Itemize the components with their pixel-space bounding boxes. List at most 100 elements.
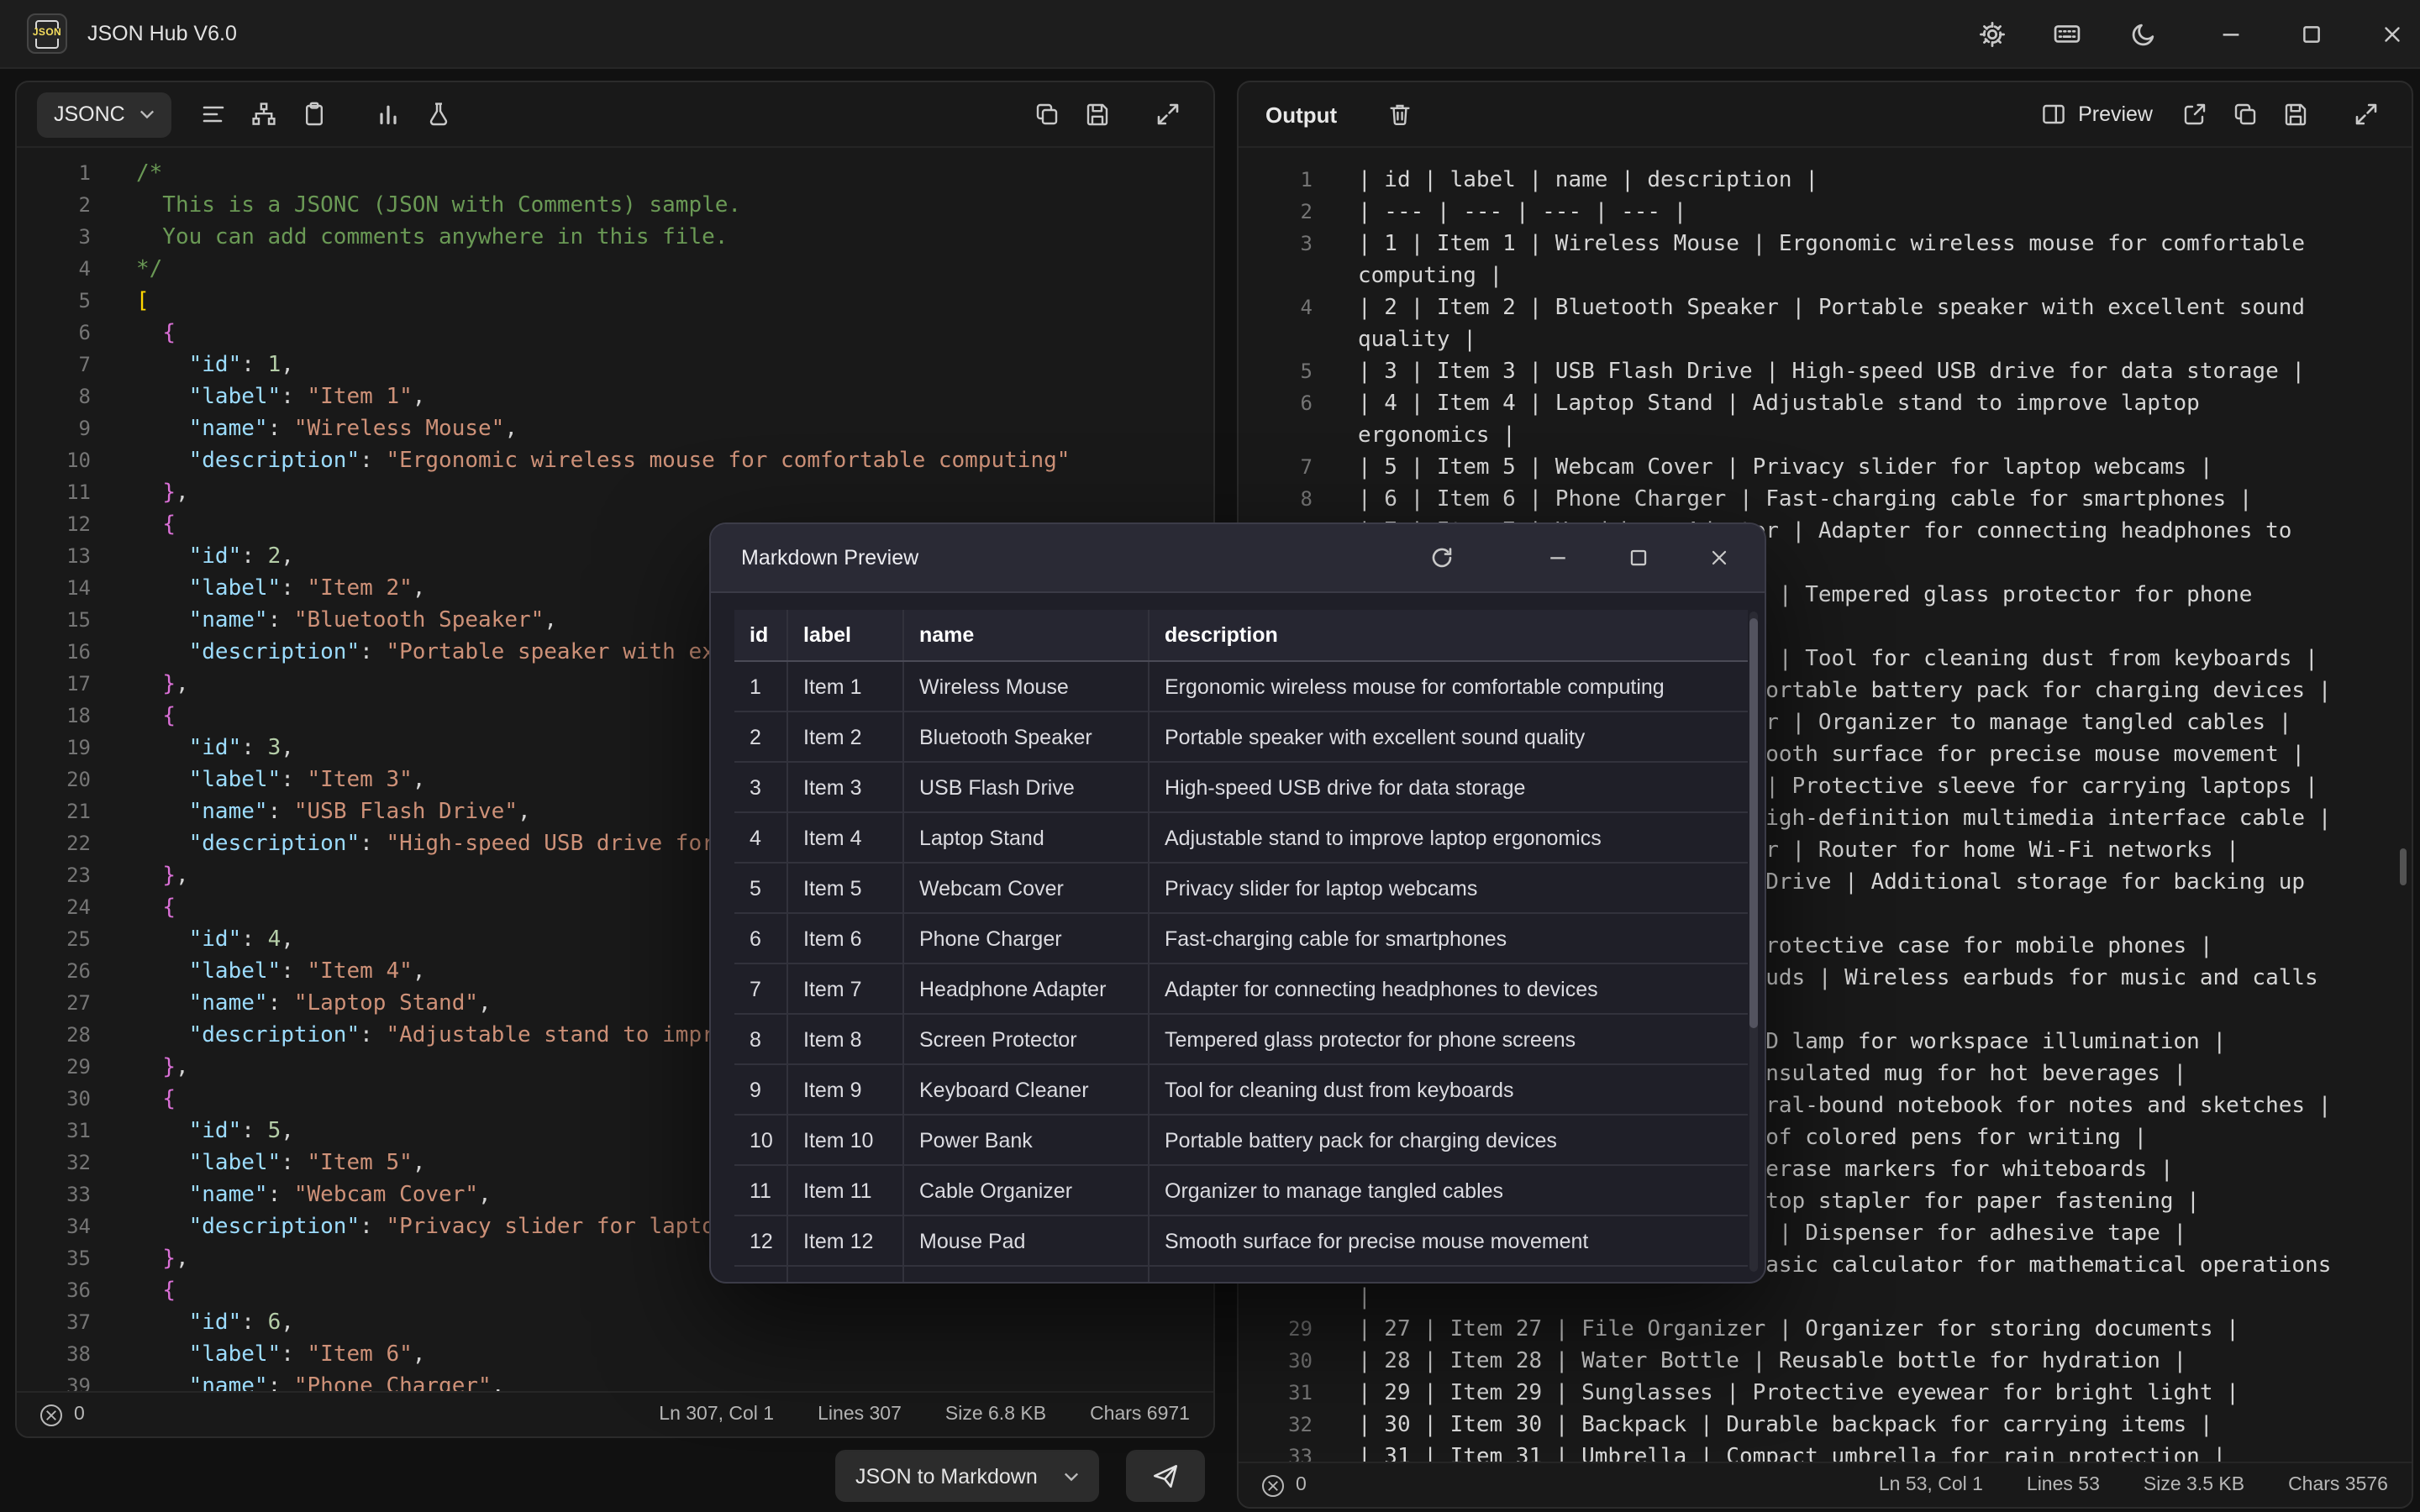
line-number: 16 [17, 637, 91, 669]
table-cell: 6 [734, 927, 786, 950]
table-cell: Adapter for connecting headphones to dev… [1148, 964, 1748, 1013]
table-cell: Item 1 [786, 662, 902, 711]
minimize-button[interactable] [2215, 18, 2245, 49]
copy-icon[interactable] [2220, 92, 2270, 137]
code-line: 4| 2 | Item 2 | Bluetooth Speaker | Port… [1239, 292, 2412, 356]
line-number: 2 [17, 190, 91, 222]
line-number: 39 [17, 1371, 91, 1393]
line-number: 26 [17, 956, 91, 988]
table-cell: 10 [734, 1128, 786, 1152]
format-icon[interactable] [189, 92, 239, 137]
table-cell: Item 13 [786, 1267, 902, 1284]
maximize-button[interactable] [2296, 18, 2326, 49]
table-cell: Laptop Sleeve [902, 1267, 1148, 1284]
line-number: 31 [17, 1116, 91, 1147]
modal-scrollbar[interactable] [1749, 612, 1758, 1272]
app-window: JSON JSON Hub V6.0 [0, 0, 2420, 1512]
table-cell: Protective sleeve for carrying laptops [1148, 1267, 1748, 1284]
code-line: 37 "id": 6, [17, 1307, 1213, 1339]
stats-icon[interactable] [364, 92, 414, 137]
preview-icon [2039, 101, 2066, 128]
table-row: 8Item 8Screen ProtectorTempered glass pr… [734, 1015, 1748, 1065]
window-title: JSON Hub V6.0 [87, 22, 237, 45]
line-number: 32 [17, 1147, 91, 1179]
line-number: 33 [17, 1179, 91, 1211]
trash-icon[interactable] [1374, 92, 1424, 137]
line-number: 5 [1239, 356, 1313, 388]
tree-view-icon[interactable] [239, 92, 290, 137]
line-number: 4 [1239, 292, 1313, 324]
table-cell: 9 [734, 1078, 786, 1101]
table-cell: Item 8 [786, 1015, 902, 1063]
source-status-stats: Ln 307, Col 1 Lines 307 Size 6.8 KB Char… [659, 1404, 1190, 1425]
line-number: 12 [17, 509, 91, 541]
modal-close-button[interactable] [1704, 543, 1734, 573]
modal-minimize-button[interactable] [1543, 543, 1573, 573]
line-number: 27 [17, 988, 91, 1020]
table-cell: 13 [734, 1279, 786, 1284]
sample-data-icon[interactable] [414, 92, 465, 137]
modal-scrollbar-thumb[interactable] [1749, 618, 1758, 1027]
line-number: 32 [1239, 1410, 1313, 1441]
line-number: 24 [17, 892, 91, 924]
table-cell: 5 [734, 876, 786, 900]
output-status-bar: 0 Ln 53, Col 1 Lines 53 Size 3.5 KB Char… [1239, 1462, 2412, 1507]
table-cell: Power Bank [902, 1116, 1148, 1164]
table-row: 10Item 10Power BankPortable battery pack… [734, 1116, 1748, 1166]
line-number: 29 [1239, 1314, 1313, 1346]
convert-run-button[interactable] [1126, 1450, 1205, 1502]
settings-gear-icon[interactable] [1976, 18, 2007, 49]
send-icon [1151, 1462, 1180, 1490]
line-number: 15 [17, 605, 91, 637]
language-selector[interactable]: JSONC [37, 92, 172, 137]
code-line: 6| 4 | Item 4 | Laptop Stand | Adjustabl… [1239, 388, 2412, 452]
table-cell: Phone Charger [902, 914, 1148, 963]
refresh-icon[interactable] [1427, 543, 1457, 573]
table-cell: Headphone Adapter [902, 964, 1148, 1013]
cursor-position: Ln 53, Col 1 [1879, 1475, 1983, 1495]
line-number: 17 [17, 669, 91, 701]
cursor-position: Ln 307, Col 1 [659, 1404, 774, 1425]
table-cell: 8 [734, 1027, 786, 1051]
error-indicator: 0 [1262, 1474, 1307, 1496]
table-cell: 7 [734, 977, 786, 1000]
line-number: 14 [17, 573, 91, 605]
copy-icon[interactable] [1022, 92, 1072, 137]
conversion-mode-value: JSON to Markdown [855, 1464, 1038, 1488]
table-cell: 1 [734, 675, 786, 698]
preview-button[interactable]: Preview [2039, 101, 2153, 128]
modal-title-bar: Markdown Preview [711, 524, 1765, 593]
table-cell: Item 7 [786, 964, 902, 1013]
save-icon[interactable] [1072, 92, 1123, 137]
conversion-mode-select[interactable]: JSON to Markdown [835, 1450, 1099, 1502]
line-count: Lines 53 [2027, 1475, 2100, 1495]
titlebar-actions [1976, 18, 2158, 49]
app-logo-text: JSON [31, 29, 63, 39]
code-line: 3| 1 | Item 1 | Wireless Mouse | Ergonom… [1239, 228, 2412, 292]
modal-maximize-button[interactable] [1623, 543, 1654, 573]
output-scrollbar-thumb[interactable] [2400, 848, 2407, 885]
output-toolbar: Output Preview [1239, 82, 2412, 146]
line-number: 6 [17, 318, 91, 349]
line-number: 3 [17, 222, 91, 254]
share-icon[interactable] [2170, 92, 2220, 137]
table-row: 11Item 11Cable OrganizerOrganizer to man… [734, 1166, 1748, 1216]
save-icon[interactable] [2270, 92, 2321, 137]
table-cell: Tempered glass protector for phone scree… [1148, 1015, 1748, 1063]
code-line: 10 "description": "Ergonomic wireless mo… [17, 445, 1213, 477]
file-size: Size 3.5 KB [2144, 1475, 2244, 1495]
title-bar: JSON JSON Hub V6.0 [0, 0, 2420, 69]
code-line: 1| id | label | name | description | [1239, 165, 2412, 197]
table-cell: Wireless Mouse [902, 662, 1148, 711]
language-selector-value: JSONC [54, 102, 125, 126]
theme-moon-icon[interactable] [2128, 18, 2158, 49]
paste-icon[interactable] [290, 92, 340, 137]
line-number: 35 [17, 1243, 91, 1275]
close-button[interactable] [2376, 18, 2407, 49]
line-number: 19 [17, 732, 91, 764]
expand-icon[interactable] [2341, 92, 2391, 137]
table-cell: Item 6 [786, 914, 902, 963]
keyboard-icon[interactable] [2052, 18, 2082, 49]
expand-icon[interactable] [1143, 92, 1193, 137]
column-header-name: name [902, 610, 1148, 660]
